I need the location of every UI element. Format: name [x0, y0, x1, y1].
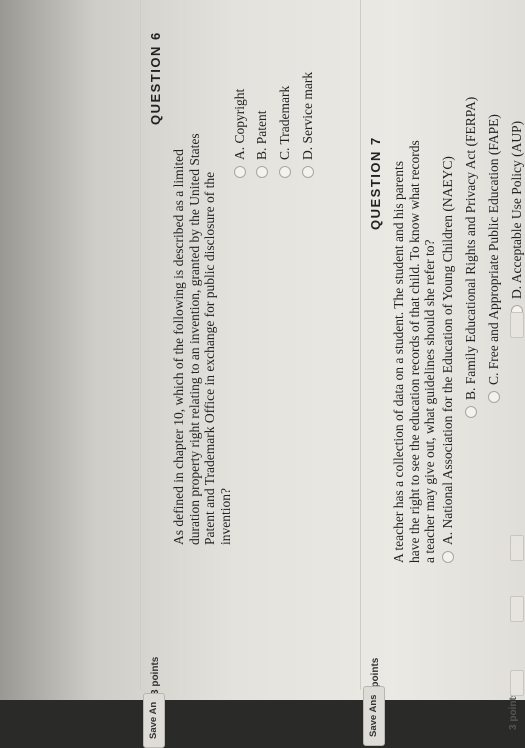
question-6-prompt-line: As defined in chapter 10, which of the f… [171, 149, 186, 545]
question-7-prompt-line: A teacher has a collection of data on a … [391, 160, 406, 563]
question-7-choice-a[interactable]: A. National Association for the Educatio… [438, 156, 458, 563]
question-7-prompt: A teacher has a collection of data on a … [391, 140, 438, 563]
question-7-divider [360, 0, 361, 690]
sidebar-tab[interactable] [510, 312, 524, 338]
choice-label: A. Copyright [232, 88, 247, 160]
question-6-prompt-line: duration property right relating to an i… [186, 133, 202, 545]
next-question-points: 3 points [508, 691, 519, 730]
question-6-choice-c[interactable]: C. Trademark [275, 86, 295, 178]
question-7-choice-b[interactable]: B. Family Educational Rights and Privacy… [461, 97, 481, 418]
radio-button-icon[interactable] [256, 166, 268, 178]
question-6-prompt-line: invention? [217, 488, 233, 545]
sidebar-tab[interactable] [510, 670, 524, 696]
radio-button-icon[interactable] [302, 166, 314, 178]
choice-label: B. Patent [254, 110, 269, 161]
question-6-choice-d[interactable]: D. Service mark [298, 72, 318, 178]
question-6-heading: QUESTION 6 [148, 31, 163, 125]
sidebar-tab[interactable] [510, 596, 524, 622]
question-7-choice-d[interactable]: D. Acceptable Use Policy (AUP) [507, 121, 525, 317]
question-6-divider [140, 0, 141, 690]
question-7-choice-c[interactable]: C. Free and Appropriate Public Education… [484, 114, 504, 403]
radio-button-icon[interactable] [442, 551, 454, 563]
choice-label: D. Acceptable Use Policy (AUP) [509, 120, 524, 299]
choice-label: A. National Association for the Educatio… [440, 156, 455, 545]
radio-button-icon[interactable] [488, 391, 500, 403]
choice-label: B. Family Educational Rights and Privacy… [463, 96, 478, 400]
question-7-prompt-line: have the right to see the education reco… [406, 140, 422, 563]
choice-label: C. Trademark [277, 85, 292, 160]
question-6-prompt-line: Patent and Trademark Office in exchange … [202, 171, 217, 545]
assessment-page: QUESTION 6 3 points Save An As defined i… [0, 0, 525, 748]
radio-button-icon[interactable] [465, 406, 477, 418]
question-7-prompt-line: a teacher may give out, what guidelines … [422, 239, 437, 563]
choice-label: D. Service mark [300, 71, 315, 160]
question-7-heading: QUESTION 7 [368, 136, 383, 230]
question-6-prompt: As defined in chapter 10, which of the f… [171, 133, 233, 545]
radio-button-icon[interactable] [234, 166, 246, 178]
screen: QUESTION 6 3 points Save An As defined i… [0, 0, 525, 748]
question-6-choice-b[interactable]: B. Patent [252, 110, 272, 178]
question-6-points: 3 points [150, 656, 161, 695]
choice-label: C. Free and Appropriate Public Education… [486, 114, 501, 385]
sidebar-tab[interactable] [510, 535, 524, 561]
question-6-save-button[interactable]: Save An [143, 692, 165, 748]
radio-button-icon[interactable] [279, 166, 291, 178]
question-7-save-button[interactable]: Save Ans [363, 685, 385, 746]
question-6-choice-a[interactable]: A. Copyright [230, 89, 250, 178]
